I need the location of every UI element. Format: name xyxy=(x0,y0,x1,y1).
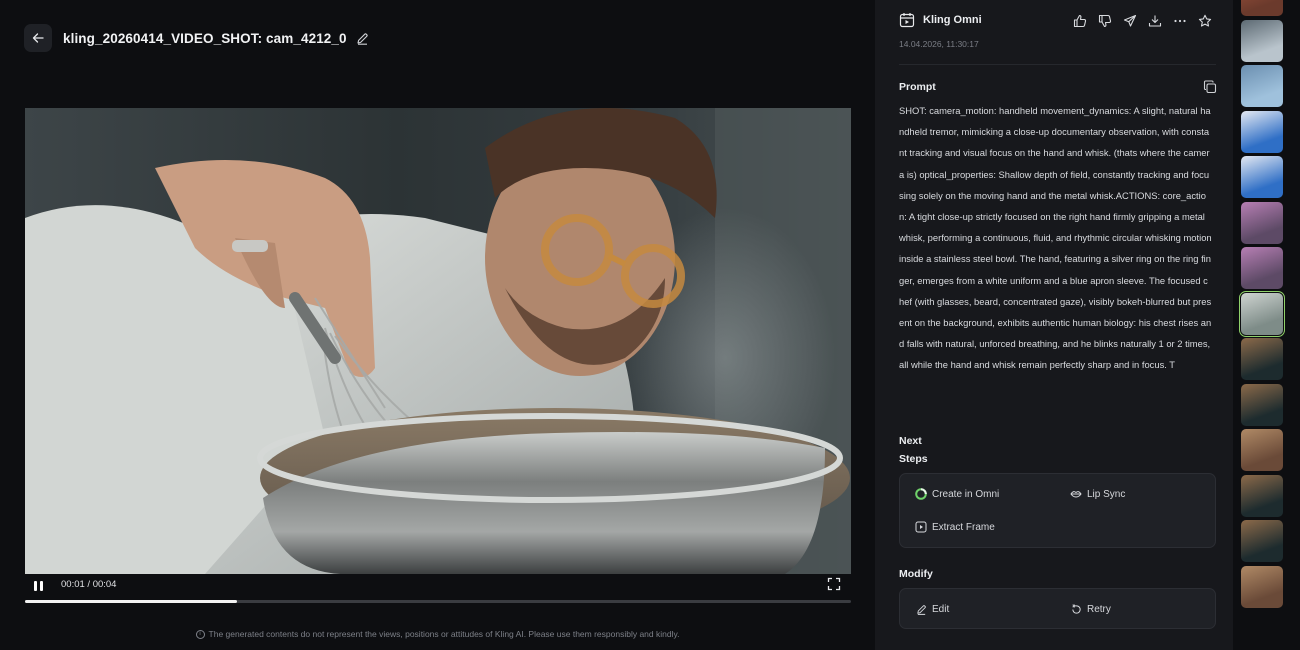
download-button[interactable] xyxy=(1147,13,1163,29)
next-steps-card: Create in Omni Lip Sync Extract Frame xyxy=(899,473,1216,548)
disclaimer-text: The generated contents do not represent … xyxy=(208,629,680,639)
like-button[interactable] xyxy=(1072,13,1088,29)
action-bar xyxy=(1072,13,1213,29)
thumb-snowy-mountain[interactable] xyxy=(1241,19,1283,62)
retry-label: Retry xyxy=(1087,603,1111,615)
thumb-bedroom-1[interactable] xyxy=(1241,429,1283,471)
divider xyxy=(899,64,1216,65)
pause-icon-bar xyxy=(39,581,43,591)
lips-icon xyxy=(1070,488,1082,500)
more-button[interactable] xyxy=(1172,13,1188,29)
video-frame[interactable] xyxy=(25,108,851,574)
extract-frame-button[interactable]: Extract Frame xyxy=(915,521,995,533)
share-button[interactable] xyxy=(1122,13,1138,29)
copy-icon[interactable] xyxy=(1203,80,1217,94)
extract-frame-label: Extract Frame xyxy=(932,521,995,533)
thumbs-down-icon xyxy=(1098,14,1112,28)
video-controls: 00:01 / 00:04 xyxy=(25,574,851,604)
arrow-left-icon xyxy=(32,33,44,43)
thumb-dark-table-2[interactable] xyxy=(1241,383,1283,426)
send-icon xyxy=(1123,14,1137,27)
back-button[interactable] xyxy=(24,24,52,52)
pencil-icon xyxy=(915,603,927,615)
thumb-sky-jet[interactable] xyxy=(1241,65,1283,107)
model-row: Kling Omni xyxy=(899,12,982,28)
prompt-text: SHOT: camera_motion: handheld movement_d… xyxy=(899,105,1212,371)
disclaimer: i The generated contents do not represen… xyxy=(0,629,875,639)
thumb-chef-whisk[interactable] xyxy=(1239,290,1285,337)
retry-icon xyxy=(1070,603,1082,615)
created-date: 14.04.2026, 11:30:17 xyxy=(899,39,979,49)
create-in-omni-label: Create in Omni xyxy=(932,488,1000,500)
modify-label: Modify xyxy=(899,568,933,580)
edit-button[interactable]: Edit xyxy=(915,603,949,615)
ellipsis-icon xyxy=(1174,19,1186,23)
edit-label: Edit xyxy=(932,603,950,615)
thumb-kotex-package-2[interactable] xyxy=(1241,156,1283,198)
video-still-chef-whisking xyxy=(25,108,851,574)
create-in-omni-button[interactable]: Create in Omni xyxy=(915,488,999,500)
rename-button[interactable] xyxy=(355,30,371,46)
retry-button[interactable]: Retry xyxy=(1070,603,1111,615)
thumb-dark-table-4[interactable] xyxy=(1241,520,1283,562)
thumb-red-strip[interactable] xyxy=(1241,0,1283,16)
frame-icon xyxy=(915,521,927,533)
video-viewer: kling_20260414_VIDEO_SHOT: cam_4212_0 00… xyxy=(0,0,875,650)
star-icon xyxy=(1198,14,1212,27)
thumbs-up-icon xyxy=(1073,14,1087,28)
thumb-dark-table-3[interactable] xyxy=(1241,474,1283,517)
pause-icon-bar xyxy=(33,581,37,591)
favorite-button[interactable] xyxy=(1197,13,1213,29)
download-icon xyxy=(1148,15,1162,27)
progress-bar[interactable] xyxy=(25,600,851,603)
lip-sync-label: Lip Sync xyxy=(1087,488,1126,500)
model-name: Kling Omni xyxy=(923,14,982,26)
thumb-skier-face-1[interactable] xyxy=(1241,201,1283,244)
thumb-kotex-package-1[interactable] xyxy=(1241,110,1283,153)
thumb-skier-face-2[interactable] xyxy=(1241,247,1283,289)
omni-ring-icon xyxy=(915,488,927,500)
page-title: kling_20260414_VIDEO_SHOT: cam_4212_0 xyxy=(63,30,347,46)
pause-button[interactable] xyxy=(31,579,45,593)
progress-fill xyxy=(25,600,238,603)
time-readout: 00:01 / 00:04 xyxy=(61,579,117,590)
lip-sync-button[interactable]: Lip Sync xyxy=(1070,488,1125,500)
fullscreen-icon[interactable] xyxy=(827,577,841,591)
thumb-dark-table-1[interactable] xyxy=(1241,338,1283,380)
pencil-icon xyxy=(357,32,368,45)
dislike-button[interactable] xyxy=(1097,13,1113,29)
thumb-bedroom-2[interactable] xyxy=(1241,565,1283,608)
info-icon: i xyxy=(195,629,205,639)
calendar-play-icon xyxy=(899,13,915,28)
title-row: kling_20260414_VIDEO_SHOT: cam_4212_0 xyxy=(63,28,371,48)
steps-label: Steps xyxy=(899,453,928,465)
prompt-label: Prompt xyxy=(899,81,936,93)
modify-card: Edit Retry xyxy=(899,588,1216,629)
details-panel: Kling Omni 14.04.2026, 11:30:17 Prompt S… xyxy=(875,0,1233,650)
next-label: Next xyxy=(899,435,922,447)
history-thumbnail-strip[interactable] xyxy=(1233,0,1300,650)
